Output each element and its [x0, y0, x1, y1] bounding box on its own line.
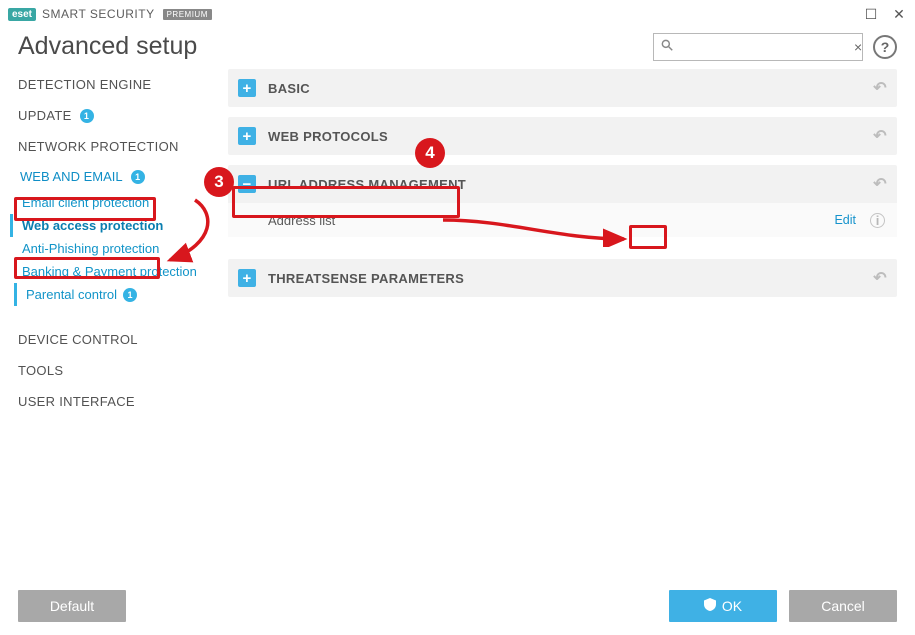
- button-label: Default: [50, 598, 94, 614]
- section-basic: + BASIC ↶: [228, 69, 897, 107]
- sidebar: DETECTION ENGINE UPDATE 1 NETWORK PROTEC…: [18, 69, 228, 569]
- section-web-protocols: + WEB PROTOCOLS ↶: [228, 117, 897, 155]
- row-address-list: Address list Edit i: [228, 203, 897, 237]
- window-maximize-icon[interactable]: ☐: [863, 6, 879, 23]
- button-label: OK: [722, 598, 742, 614]
- page-title: Advanced setup: [18, 32, 197, 61]
- revert-icon[interactable]: ↶: [873, 126, 887, 146]
- search-area: × ?: [653, 33, 897, 61]
- sidebar-sub-web-access[interactable]: Web access protection: [18, 214, 228, 237]
- section-title: URL ADDRESS MANAGEMENT: [268, 177, 466, 192]
- sidebar-item-web-and-email[interactable]: WEB AND EMAIL 1: [18, 162, 228, 191]
- sidebar-sub-banking[interactable]: Banking & Payment protection: [18, 260, 228, 283]
- section-title: THREATSENSE PARAMETERS: [268, 271, 464, 286]
- section-threatsense: + THREATSENSE PARAMETERS ↶: [228, 259, 897, 297]
- sidebar-item-tools[interactable]: TOOLS: [18, 355, 228, 386]
- sidebar-item-user-interface[interactable]: USER INTERFACE: [18, 386, 228, 417]
- section-web-protocols-header[interactable]: + WEB PROTOCOLS ↶: [228, 117, 897, 155]
- sidebar-item-device-control[interactable]: DEVICE CONTROL: [18, 324, 228, 355]
- cancel-button[interactable]: Cancel: [789, 590, 897, 622]
- topbar: Advanced setup × ?: [0, 28, 915, 69]
- brand: eset SMART SECURITY PREMIUM: [8, 7, 212, 21]
- help-button[interactable]: ?: [873, 35, 897, 59]
- section-threatsense-header[interactable]: + THREATSENSE PARAMETERS ↶: [228, 259, 897, 297]
- revert-icon[interactable]: ↶: [873, 78, 887, 98]
- window-close-icon[interactable]: ✕: [891, 6, 907, 23]
- footer: Default OK Cancel: [0, 577, 915, 635]
- search-input[interactable]: [674, 38, 854, 55]
- brand-text: SMART SECURITY: [42, 7, 155, 21]
- help-icon: ?: [881, 39, 890, 55]
- ok-button[interactable]: OK: [669, 590, 777, 622]
- content-body: DETECTION ENGINE UPDATE 1 NETWORK PROTEC…: [0, 69, 915, 569]
- titlebar: eset SMART SECURITY PREMIUM ☐ ✕: [0, 0, 915, 28]
- sidebar-sub-parental[interactable]: Parental control 1: [22, 283, 228, 306]
- sidebar-sub-email-client[interactable]: Email client protection: [18, 191, 228, 214]
- revert-icon[interactable]: ↶: [873, 268, 887, 288]
- badge-icon: 1: [131, 170, 145, 184]
- brand-badge: eset: [8, 8, 36, 21]
- section-url-management-header[interactable]: − URL ADDRESS MANAGEMENT ↶: [228, 165, 897, 203]
- info-icon[interactable]: i: [870, 213, 885, 228]
- section-basic-header[interactable]: + BASIC ↶: [228, 69, 897, 107]
- section-url-management: − URL ADDRESS MANAGEMENT ↶ Address list …: [228, 165, 897, 237]
- brand-premium: PREMIUM: [163, 9, 212, 20]
- collapse-icon: −: [238, 175, 256, 193]
- section-url-body: Address list Edit i: [228, 203, 897, 237]
- badge-icon: 1: [80, 109, 94, 123]
- window-buttons: ☐ ✕: [863, 6, 907, 23]
- sidebar-sub-anti-phishing[interactable]: Anti-Phishing protection: [18, 237, 228, 260]
- button-label: Cancel: [821, 598, 865, 614]
- search-clear-icon[interactable]: ×: [854, 39, 862, 55]
- shield-icon: [704, 598, 716, 614]
- expand-icon: +: [238, 269, 256, 287]
- section-title: WEB PROTOCOLS: [268, 129, 388, 144]
- sidebar-item-network-protection[interactable]: NETWORK PROTECTION: [18, 131, 228, 162]
- search-icon: [660, 38, 674, 55]
- badge-icon: 1: [123, 288, 137, 302]
- sidebar-item-label: Parental control: [26, 287, 117, 302]
- expand-icon: +: [238, 79, 256, 97]
- sidebar-item-detection-engine[interactable]: DETECTION ENGINE: [18, 69, 228, 100]
- default-button[interactable]: Default: [18, 590, 126, 622]
- settings-panel: + BASIC ↶ + WEB PROTOCOLS ↶ − URL ADDRES…: [228, 69, 897, 569]
- sidebar-item-update[interactable]: UPDATE 1: [18, 100, 228, 131]
- expand-icon: +: [238, 127, 256, 145]
- edit-address-list-link[interactable]: Edit: [834, 213, 856, 227]
- sidebar-item-label: WEB AND EMAIL: [20, 169, 123, 184]
- search-box[interactable]: ×: [653, 33, 863, 61]
- address-list-label: Address list: [268, 213, 335, 228]
- section-title: BASIC: [268, 81, 310, 96]
- sidebar-item-label: UPDATE: [18, 108, 72, 123]
- revert-icon[interactable]: ↶: [873, 174, 887, 194]
